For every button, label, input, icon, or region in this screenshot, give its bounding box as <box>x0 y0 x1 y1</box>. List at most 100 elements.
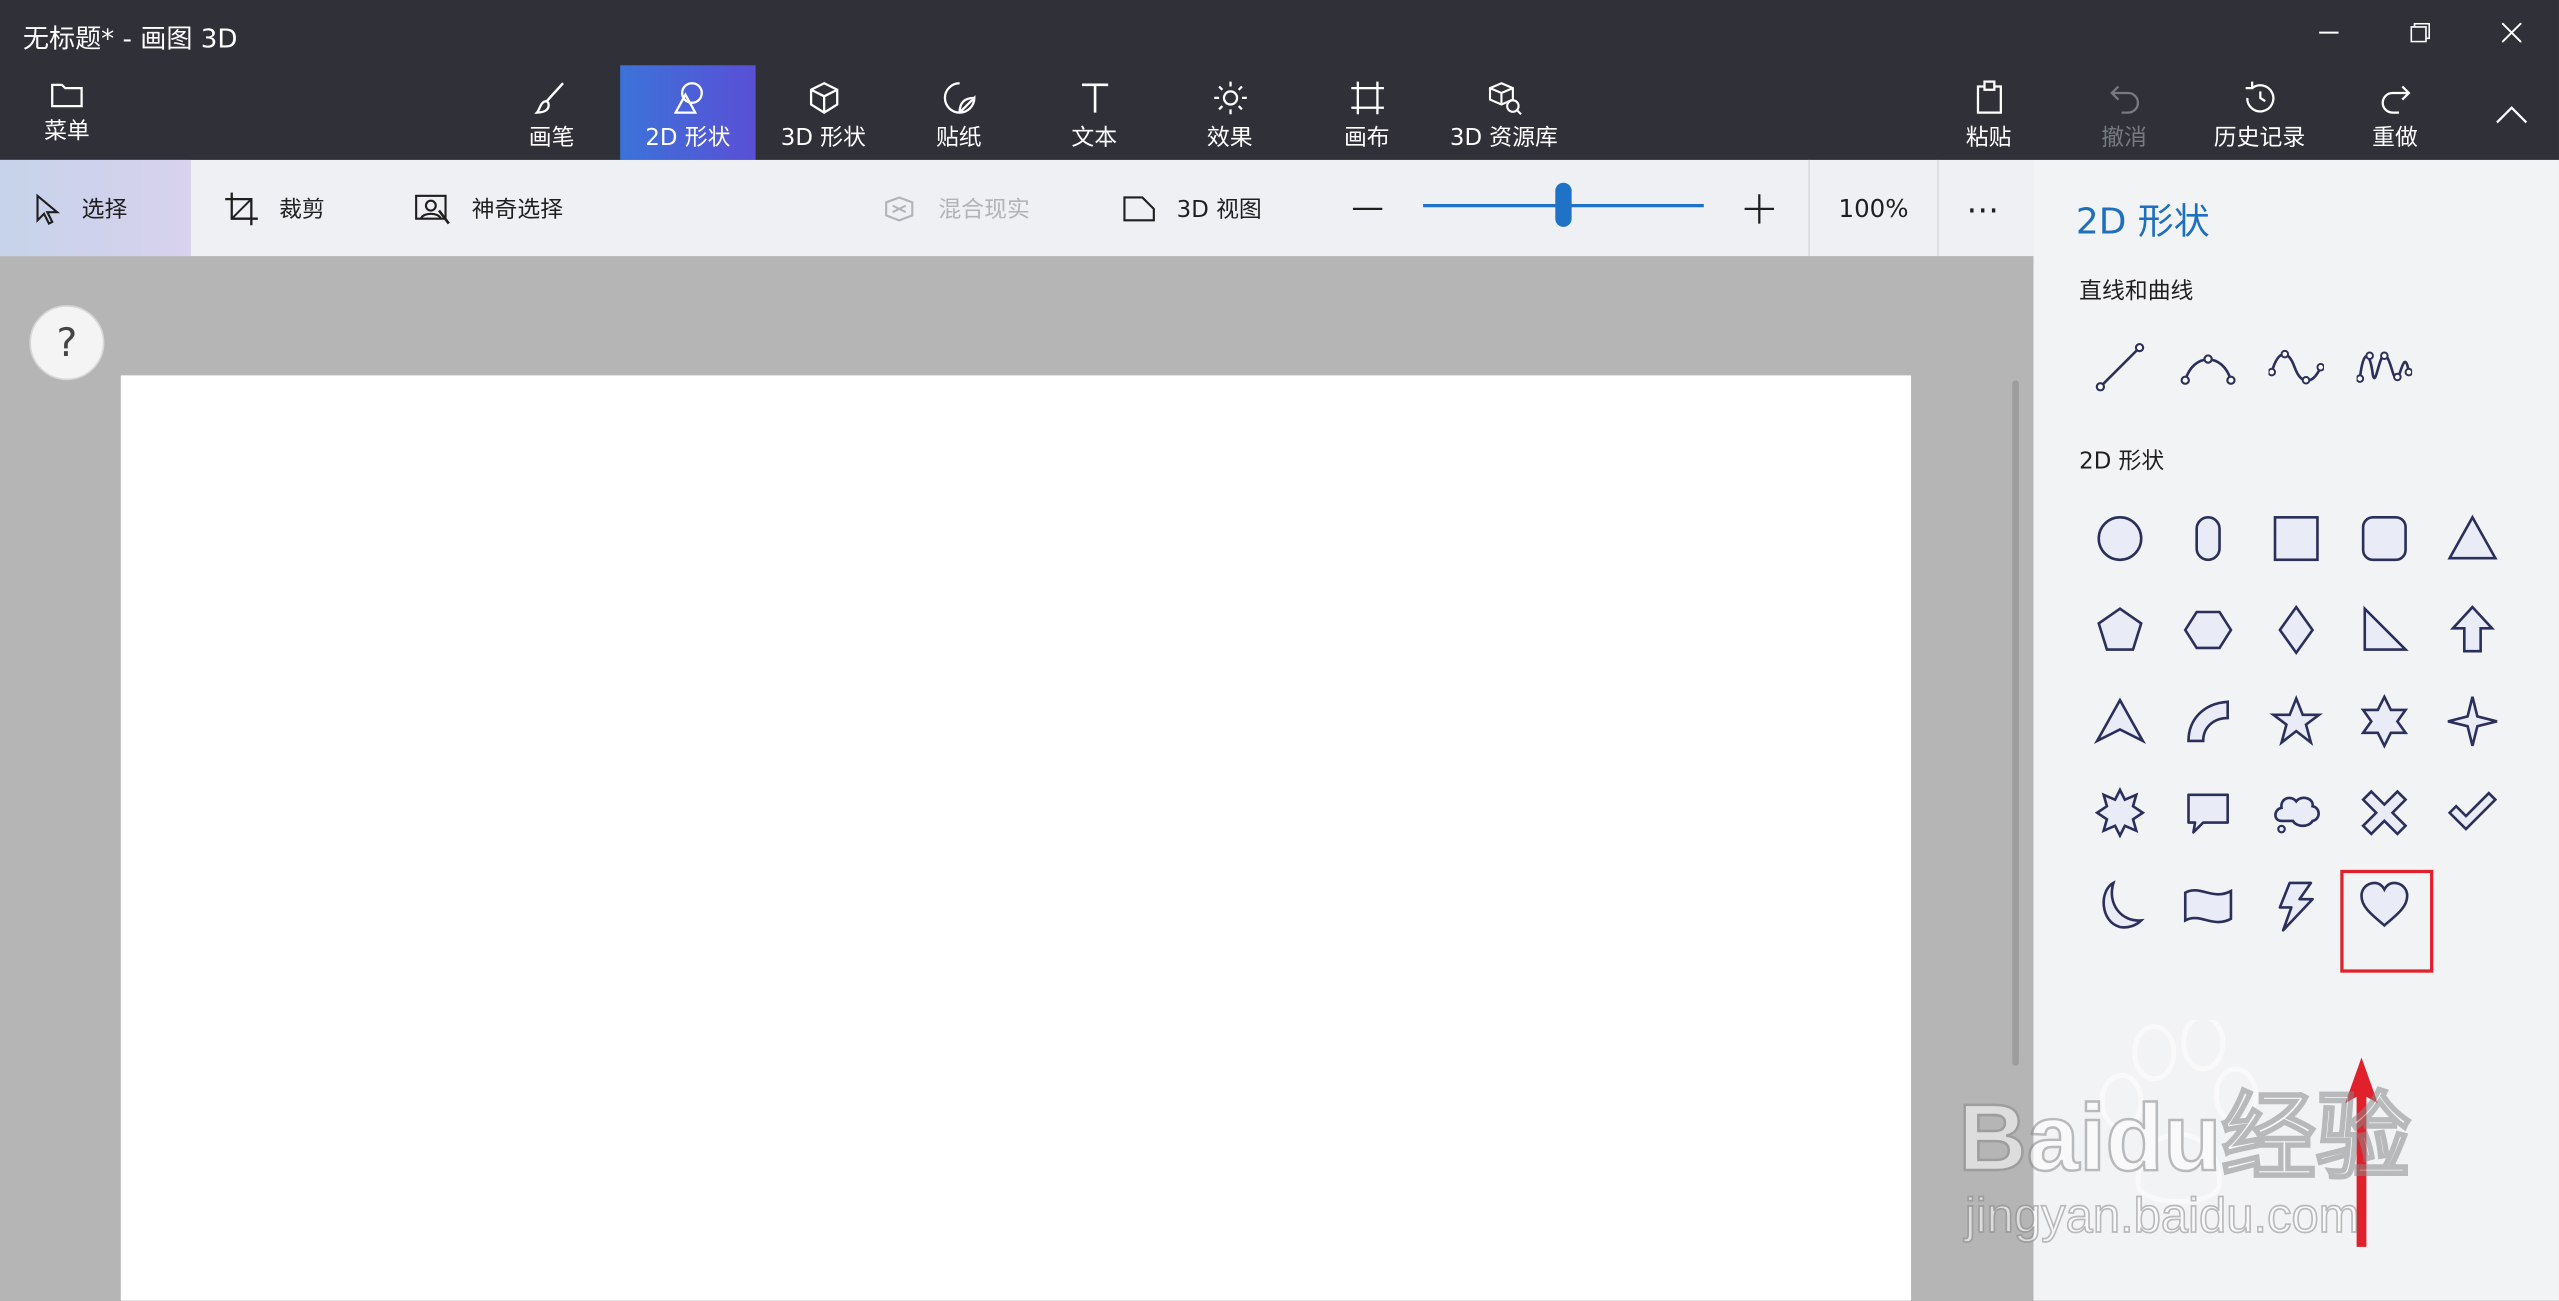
quarter-circle-icon <box>2187 700 2229 743</box>
drawing-canvas[interactable] <box>120 375 1912 1301</box>
capsule-icon <box>2195 516 2221 562</box>
six-point-star-shape-button[interactable] <box>2344 681 2426 763</box>
text-icon <box>1081 83 1108 113</box>
restore-icon <box>2410 22 2431 43</box>
magic-select-button[interactable]: 神奇选择 <box>413 160 563 256</box>
lightning-shape-button[interactable] <box>2255 865 2337 947</box>
sticker-icon <box>943 82 975 114</box>
tool-text[interactable]: 文本 <box>1027 65 1162 160</box>
menu-button[interactable]: 菜单 <box>0 65 134 160</box>
up-arrow-shape-button[interactable] <box>2432 589 2514 671</box>
collapse-ribbon-button[interactable] <box>2479 91 2544 137</box>
banner-icon <box>2183 888 2233 924</box>
diamond-shape-button[interactable] <box>2255 589 2337 671</box>
3d-view-button[interactable]: 3D 视图 <box>1121 160 1262 256</box>
thought-bubble-shape-button[interactable] <box>2255 772 2337 854</box>
mixed-reality-button[interactable]: 混合现实 <box>883 160 1030 256</box>
circle-icon <box>2097 516 2143 562</box>
zoom-in-button[interactable] <box>1743 160 1795 256</box>
cross-shape-button[interactable] <box>2344 772 2426 854</box>
2d-shapes-icon <box>672 82 703 114</box>
hexagon-shape-button[interactable] <box>2167 589 2249 671</box>
canvas-area[interactable]: ? <box>0 256 2034 1301</box>
tool-effects[interactable]: 效果 <box>1162 65 1297 160</box>
tool-canvas[interactable]: 画布 <box>1299 65 1434 160</box>
help-button[interactable]: ? <box>29 305 105 381</box>
pentagon-icon <box>2097 607 2143 651</box>
folder-icon <box>51 83 83 108</box>
paste-label: 粘贴 <box>1965 125 2012 152</box>
lightning-icon <box>2278 881 2314 932</box>
moon-shape-button[interactable] <box>2079 865 2161 947</box>
cube-icon <box>809 81 838 114</box>
pentagon-shape-button[interactable] <box>2079 589 2161 671</box>
triangle-shape-button[interactable] <box>2432 498 2514 580</box>
tool-brushes-label: 画笔 <box>528 125 575 152</box>
five-point-star-shape-button[interactable] <box>2255 681 2337 763</box>
restore-button[interactable] <box>2388 10 2453 56</box>
arrowhead-shape-button[interactable] <box>2079 681 2161 763</box>
3d-library-icon <box>1488 82 1521 115</box>
square-icon <box>2273 516 2319 562</box>
chevron-up-icon <box>2496 106 2528 124</box>
crop-icon <box>225 191 258 225</box>
five-point-star-icon <box>2269 694 2323 746</box>
tool-3d-shapes[interactable]: 3D 形状 <box>756 65 891 160</box>
right-triangle-shape-button[interactable] <box>2344 589 2426 671</box>
zoom-value[interactable]: 100% <box>1808 159 1939 257</box>
close-icon <box>2501 22 2522 43</box>
history-label: 历史记录 <box>2213 125 2306 152</box>
crop-button[interactable]: 裁剪 <box>224 160 325 256</box>
close-button[interactable] <box>2479 10 2544 56</box>
four-point-star-shape-button[interactable] <box>2432 681 2514 763</box>
rounded-square-shape-button[interactable] <box>2344 498 2426 580</box>
quarter-circle-shape-button[interactable] <box>2167 681 2249 763</box>
tool-stickers[interactable]: 贴纸 <box>891 65 1026 160</box>
cursor-icon <box>36 192 61 225</box>
select-button[interactable]: 选择 <box>0 159 191 257</box>
selection-highlight-box <box>2340 869 2434 973</box>
undo-button[interactable]: 撤消 <box>2056 65 2191 160</box>
burst-shape-button[interactable] <box>2079 772 2161 854</box>
hexagon-icon <box>2183 610 2233 650</box>
checkmark-shape-button[interactable] <box>2432 772 2514 854</box>
tool-brushes[interactable]: 画笔 <box>485 65 619 160</box>
zoom-slider-thumb[interactable] <box>1555 182 1572 227</box>
tool-canvas-label: 画布 <box>1343 125 1390 152</box>
square-shape-button[interactable] <box>2255 498 2337 580</box>
up-arrow-icon <box>2449 605 2496 653</box>
vertical-scrollbar[interactable] <box>2012 380 2019 1066</box>
tool-stickers-label: 贴纸 <box>935 125 982 152</box>
zoom-out-button[interactable] <box>1351 160 1403 256</box>
undo-label: 撤消 <box>2101 125 2147 152</box>
three-point-curve-button[interactable] <box>2344 326 2426 408</box>
more-button[interactable]: ⋯ <box>1967 160 2000 256</box>
paste-button[interactable]: 粘贴 <box>1921 65 2056 160</box>
watermark-line1: Baidu经验 <box>1958 1085 2411 1191</box>
3d-view-icon <box>1123 195 1155 221</box>
tool-2d-shapes[interactable]: 2D 形状 <box>620 65 756 160</box>
line-icon <box>2095 342 2145 392</box>
magic-select-icon <box>415 193 450 224</box>
line-shape-button[interactable] <box>2079 326 2161 408</box>
panel-title: 2D 形状 <box>2075 202 2210 244</box>
section-lines-curves: 直线和曲线 <box>2079 279 2194 306</box>
redo-button[interactable]: 重做 <box>2327 65 2462 160</box>
tool-3d-library[interactable]: 3D 资源库 <box>1436 65 1571 160</box>
tool-3d-library-label: 3D 资源库 <box>1449 125 1558 152</box>
sun-icon <box>1213 81 1247 115</box>
tool-3d-shapes-label: 3D 形状 <box>780 125 866 152</box>
select-label: 选择 <box>81 196 128 223</box>
capsule-shape-button[interactable] <box>2167 498 2249 580</box>
four-point-star-icon <box>2447 696 2498 747</box>
tool-2d-shapes-label: 2D 形状 <box>645 125 731 152</box>
window-title: 无标题* - 画图 3D <box>22 22 238 54</box>
speech-bubble-shape-button[interactable] <box>2167 772 2249 854</box>
minimize-button[interactable] <box>2296 10 2361 56</box>
circle-shape-button[interactable] <box>2079 498 2161 580</box>
banner-shape-button[interactable] <box>2167 865 2249 947</box>
history-button[interactable]: 历史记录 <box>2192 65 2327 160</box>
six-point-star-icon <box>2360 693 2409 749</box>
curve-shape-button[interactable] <box>2167 326 2249 408</box>
two-point-curve-button[interactable] <box>2255 326 2337 408</box>
